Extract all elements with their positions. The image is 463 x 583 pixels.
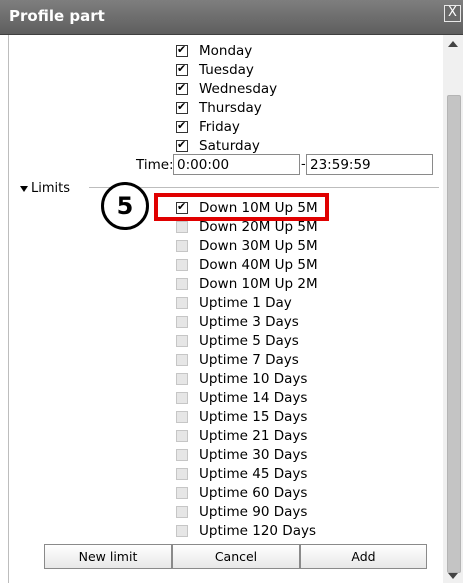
limit-checkbox[interactable]: [176, 220, 188, 233]
limit-label: Uptime 5 Days: [199, 332, 299, 349]
close-icon[interactable]: X: [444, 5, 461, 22]
time-label: Time:: [136, 157, 174, 173]
limit-row[interactable]: Uptime 30 Days: [176, 445, 307, 464]
limit-row[interactable]: Uptime 1 Day: [176, 293, 292, 312]
time-separator: -: [301, 157, 306, 172]
limit-row[interactable]: Uptime 120 Days: [176, 521, 316, 540]
day-label: Tuesday: [199, 61, 254, 78]
day-label: Friday: [199, 118, 240, 135]
limit-label: Uptime 90 Days: [199, 503, 308, 520]
limit-checkbox[interactable]: [176, 467, 188, 480]
limit-row[interactable]: Uptime 15 Days: [176, 407, 307, 426]
limit-row[interactable]: Down 10M Up 2M: [176, 274, 318, 293]
day-checkbox[interactable]: [176, 138, 188, 152]
limit-row[interactable]: Uptime 7 Days: [176, 350, 299, 369]
limit-label: Uptime 1 Day: [199, 294, 292, 311]
day-row[interactable]: Tuesday: [176, 60, 254, 79]
triangle-down-icon: [20, 185, 28, 192]
day-row[interactable]: Saturday: [176, 136, 260, 155]
limits-toggle[interactable]: Limits: [20, 181, 70, 196]
limit-label: Uptime 14 Days: [199, 389, 308, 406]
limit-label: Uptime 120 Days: [199, 522, 316, 539]
day-checkbox[interactable]: [176, 62, 188, 76]
limit-row[interactable]: Down 40M Up 5M: [176, 255, 318, 274]
day-row[interactable]: Friday: [176, 117, 240, 136]
limit-checkbox[interactable]: [176, 448, 188, 461]
limit-checkbox[interactable]: [176, 296, 188, 309]
limit-checkbox[interactable]: [176, 391, 188, 404]
limit-label: Uptime 3 Days: [199, 313, 299, 330]
day-label: Wednesday: [199, 80, 278, 97]
limit-checkbox[interactable]: [176, 353, 188, 366]
day-label: Monday: [199, 42, 253, 59]
dialog-titlebar: Profile part X: [0, 0, 463, 35]
time-from-input[interactable]: [173, 154, 300, 175]
limit-label: Uptime 45 Days: [199, 465, 308, 482]
limit-row[interactable]: Uptime 60 Days: [176, 483, 307, 502]
limit-checkbox[interactable]: [176, 239, 188, 252]
limit-row[interactable]: Uptime 14 Days: [176, 388, 307, 407]
day-checkbox[interactable]: [176, 100, 188, 114]
day-row[interactable]: Wednesday: [176, 79, 277, 98]
limit-label: Down 10M Up 2M: [199, 275, 318, 292]
limit-label: Down 30M Up 5M: [199, 237, 318, 254]
limit-label: Uptime 7 Days: [199, 351, 299, 368]
limit-checkbox[interactable]: [176, 334, 188, 347]
limit-label: Uptime 30 Days: [199, 446, 308, 463]
limit-row[interactable]: Uptime 5 Days: [176, 331, 299, 350]
scroll-up-arrow-icon[interactable]: [448, 41, 458, 47]
time-to-input[interactable]: [306, 154, 433, 175]
limit-label: Uptime 10 Days: [199, 370, 308, 387]
limit-checkbox[interactable]: [176, 486, 188, 499]
dialog-title: Profile part: [9, 7, 105, 25]
limit-row[interactable]: Uptime 90 Days: [176, 502, 307, 521]
limit-label: Uptime 15 Days: [199, 408, 308, 425]
limit-label: Uptime 21 Days: [199, 427, 308, 444]
limit-row[interactable]: Uptime 21 Days: [176, 426, 307, 445]
day-checkbox[interactable]: [176, 43, 188, 57]
day-checkbox[interactable]: [176, 119, 188, 133]
day-checkbox[interactable]: [176, 81, 188, 95]
cancel-button[interactable]: Cancel: [172, 544, 300, 569]
limit-checkbox[interactable]: [176, 315, 188, 328]
limit-checkbox[interactable]: [176, 258, 188, 271]
vertical-scrollbar[interactable]: [443, 35, 463, 583]
scroll-thumb[interactable]: [447, 95, 461, 573]
scroll-down-arrow-icon[interactable]: [448, 573, 458, 579]
day-label: Saturday: [199, 137, 260, 154]
add-button[interactable]: Add: [300, 544, 427, 569]
limits-label: Limits: [31, 181, 70, 196]
limit-checkbox[interactable]: [176, 372, 188, 385]
limit-row[interactable]: Uptime 45 Days: [176, 464, 307, 483]
limit-checkbox[interactable]: [176, 524, 188, 537]
new-limit-button[interactable]: New limit: [44, 544, 172, 569]
highlight-box: [154, 193, 329, 221]
limit-label: Uptime 60 Days: [199, 484, 308, 501]
limit-label: Down 40M Up 5M: [199, 256, 318, 273]
day-row[interactable]: Thursday: [176, 98, 262, 117]
limit-checkbox[interactable]: [176, 410, 188, 423]
limit-row[interactable]: Down 30M Up 5M: [176, 236, 318, 255]
limit-row[interactable]: Uptime 3 Days: [176, 312, 299, 331]
step-number-badge: 5: [101, 182, 149, 230]
limit-checkbox[interactable]: [176, 429, 188, 442]
limit-row[interactable]: Uptime 10 Days: [176, 369, 307, 388]
day-row[interactable]: Monday: [176, 41, 252, 60]
limit-checkbox[interactable]: [176, 277, 188, 290]
day-label: Thursday: [199, 99, 262, 116]
limit-checkbox[interactable]: [176, 505, 188, 518]
